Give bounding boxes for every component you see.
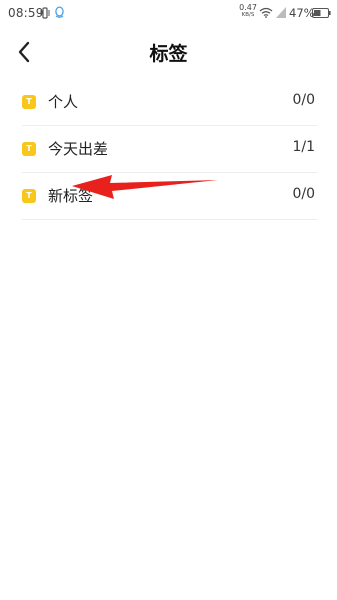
network-speed-value: 0.47	[239, 3, 257, 12]
wifi-icon	[259, 7, 273, 18]
battery-percentage: 47%	[289, 6, 315, 20]
tag-count: 1/1	[292, 139, 315, 155]
tag-row-new-tag[interactable]: T 新标签 0/0	[22, 173, 317, 220]
network-speed: 0.47 KB/S	[238, 4, 258, 19]
tag-row-business-trip[interactable]: T 今天出差 1/1	[22, 126, 317, 173]
tag-icon: T	[22, 95, 36, 109]
qq-notification-icon	[55, 6, 64, 18]
signal-icon	[276, 7, 286, 18]
tag-icon: T	[22, 142, 36, 156]
status-time: 08:59	[8, 6, 44, 20]
tag-name: 新标签	[48, 187, 94, 205]
status-bar: 08:59 0.47 KB/S 47%	[0, 0, 337, 26]
page-title: 标签	[149, 43, 188, 65]
vibrate-icon	[40, 7, 50, 19]
tag-count: 0/0	[292, 92, 315, 108]
tag-count: 0/0	[292, 186, 315, 202]
tag-name: 个人	[48, 93, 79, 111]
network-speed-unit: KB/S	[241, 12, 255, 18]
tag-list: T 个人 0/0 T 今天出差 1/1 T 新标签 0/0	[0, 79, 337, 220]
battery-icon	[312, 8, 331, 18]
tag-name: 今天出差	[48, 140, 109, 158]
tag-icon: T	[22, 189, 36, 203]
tag-row-personal[interactable]: T 个人 0/0	[22, 79, 317, 126]
